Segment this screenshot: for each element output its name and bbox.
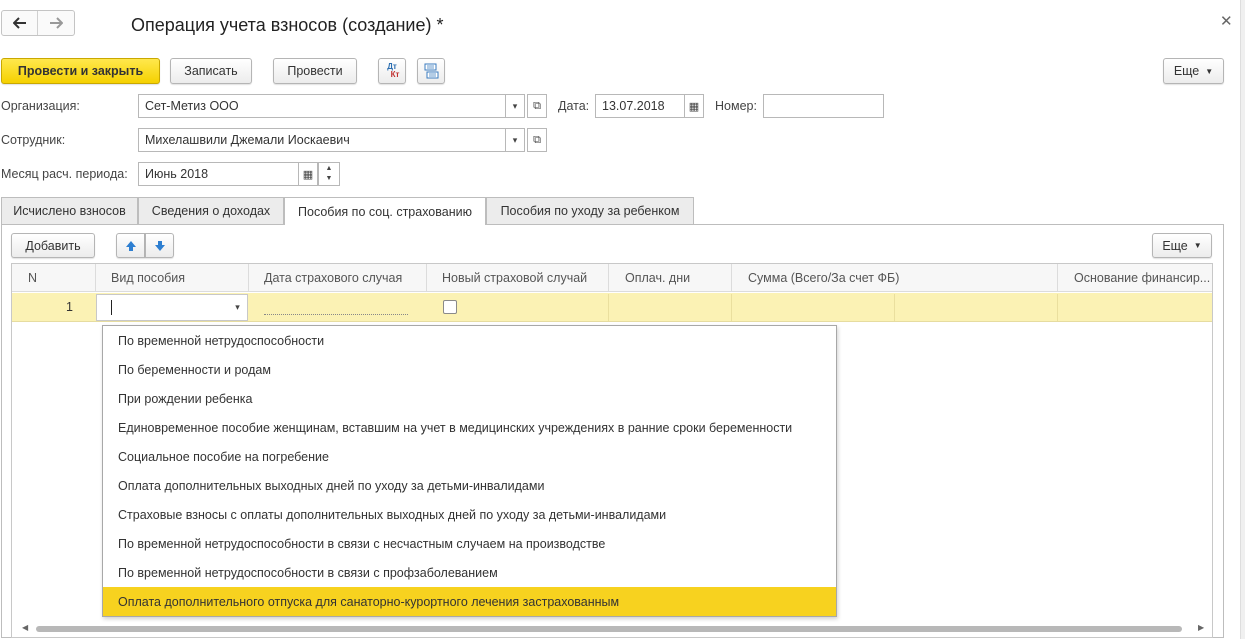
period-calendar-button[interactable]: ▦ (298, 162, 318, 186)
employee-field[interactable]: Михелашвили Джемали Иоскаевич (138, 128, 506, 152)
move-up-button[interactable] (116, 233, 145, 258)
dropdown-item-selected[interactable]: Оплата дополнительного отпуска для санат… (103, 587, 836, 616)
case-date-input[interactable] (264, 296, 408, 315)
dropdown-item[interactable]: Оплата дополнительных выходных дней по у… (103, 471, 836, 500)
close-icon[interactable]: ✕ (1220, 12, 1233, 30)
number-label: Номер: (715, 99, 757, 113)
org-field[interactable]: Сет-Метиз ООО (138, 94, 506, 118)
caret-down-icon: ▾ (512, 100, 518, 111)
tab-social-benefits[interactable]: Пособия по соц. страхованию (284, 197, 486, 225)
column-divider (608, 264, 609, 292)
number-field[interactable] (763, 94, 884, 118)
col-header-case-date[interactable]: Дата страхового случая (264, 264, 424, 292)
calendar-icon: ▦ (302, 168, 314, 181)
org-dropdown-button[interactable]: ▾ (505, 94, 525, 118)
cell-divider (731, 294, 732, 321)
caret-down-icon: ▾ (512, 134, 518, 145)
save-button[interactable]: Записать (170, 58, 252, 84)
table-more-label: Еще (1162, 238, 1188, 253)
column-divider (1057, 264, 1058, 292)
forward-button[interactable] (38, 11, 74, 35)
org-label: Организация: (1, 99, 80, 113)
tab-income[interactable]: Сведения о доходах (138, 197, 284, 224)
dt-kt-button[interactable]: Дт Кт (378, 58, 406, 84)
period-stepper[interactable]: ▲ ▼ (318, 162, 340, 186)
col-header-n[interactable]: N (28, 264, 68, 292)
row-number: 1 (66, 300, 73, 314)
caret-down-icon: ▼ (1205, 66, 1214, 76)
dt-kt-icon-bottom: Кт (390, 70, 400, 79)
arrow-left-icon (12, 17, 26, 29)
cell-divider (1057, 294, 1058, 321)
text-cursor (111, 300, 112, 315)
col-header-basis[interactable]: Основание финансир... (1074, 264, 1212, 292)
structure-button[interactable] (417, 58, 445, 84)
window-edge (1240, 0, 1245, 639)
col-header-new-case[interactable]: Новый страховой случай (442, 264, 607, 292)
arrow-down-icon (154, 240, 165, 251)
col-header-amount[interactable]: Сумма (Всего/За счет ФБ) (748, 264, 1048, 292)
calendar-icon: ▦ (688, 100, 700, 113)
new-case-checkbox[interactable] (443, 300, 457, 314)
post-and-close-button[interactable]: Провести и закрыть (1, 58, 160, 84)
nav-buttons (1, 10, 75, 36)
column-divider (248, 264, 249, 292)
employee-open-button[interactable]: ⧉ (527, 128, 547, 152)
post-button[interactable]: Провести (273, 58, 357, 84)
column-divider (95, 264, 96, 292)
col-header-benefit-type[interactable]: Вид пособия (111, 264, 246, 292)
period-field[interactable]: Июнь 2018 (138, 162, 299, 186)
scroll-right-icon[interactable]: ▶ (1198, 623, 1204, 632)
column-divider (731, 264, 732, 292)
scrollbar-thumb[interactable] (36, 626, 1182, 632)
horizontal-scrollbar[interactable]: ◀ ▶ (14, 623, 1210, 634)
add-button[interactable]: Добавить (11, 233, 95, 258)
caret-down-icon: ▾ (235, 302, 240, 312)
window-title: Операция учета взносов (создание) * (131, 15, 444, 35)
benefit-type-input[interactable] (96, 294, 228, 321)
tab-childcare-benefits[interactable]: Пособия по уходу за ребенком (486, 197, 694, 224)
cell-divider (608, 294, 609, 321)
arrow-right-icon (50, 17, 63, 29)
open-window-icon: ⧉ (533, 99, 541, 112)
back-button[interactable] (2, 11, 38, 35)
col-header-paid-days[interactable]: Оплач. дни (625, 264, 725, 292)
employee-label: Сотрудник: (1, 133, 66, 147)
column-divider (426, 264, 427, 292)
period-label: Месяц расч. периода: (1, 167, 128, 181)
date-calendar-button[interactable]: ▦ (684, 94, 704, 118)
arrow-up-icon (125, 240, 136, 251)
document-structure-icon (424, 63, 439, 79)
employee-dropdown-button[interactable]: ▾ (505, 128, 525, 152)
cell-divider (894, 294, 895, 321)
date-label: Дата: (558, 99, 590, 113)
stepper-up-icon[interactable]: ▲ (326, 164, 333, 174)
dropdown-item[interactable]: При рождении ребенка (103, 384, 836, 413)
more-button[interactable]: Еще ▼ (1163, 58, 1224, 84)
benefit-type-dropdown-button[interactable]: ▾ (228, 294, 248, 321)
scroll-left-icon[interactable]: ◀ (22, 623, 28, 632)
table-more-button[interactable]: Еще ▼ (1152, 233, 1212, 258)
dropdown-item[interactable]: Социальное пособие на погребение (103, 442, 836, 471)
date-field[interactable]: 13.07.2018 (595, 94, 685, 118)
dropdown-item[interactable]: Единовременное пособие женщинам, вставши… (103, 413, 836, 442)
caret-down-icon: ▼ (1193, 241, 1202, 250)
dropdown-item[interactable]: По беременности и родам (103, 355, 836, 384)
dropdown-item[interactable]: Страховые взносы с оплаты дополнительных… (103, 500, 836, 529)
stepper-down-icon[interactable]: ▼ (326, 174, 333, 184)
dropdown-item[interactable]: По временной нетрудоспособности в связи … (103, 529, 836, 558)
move-down-button[interactable] (145, 233, 174, 258)
dropdown-item[interactable]: По временной нетрудоспособности (103, 326, 836, 355)
org-open-button[interactable]: ⧉ (527, 94, 547, 118)
open-window-icon: ⧉ (533, 133, 541, 146)
dropdown-item[interactable]: По временной нетрудоспособности в связи … (103, 558, 836, 587)
tab-contributions[interactable]: Исчислено взносов (1, 197, 138, 224)
more-label: Еще (1173, 64, 1200, 78)
